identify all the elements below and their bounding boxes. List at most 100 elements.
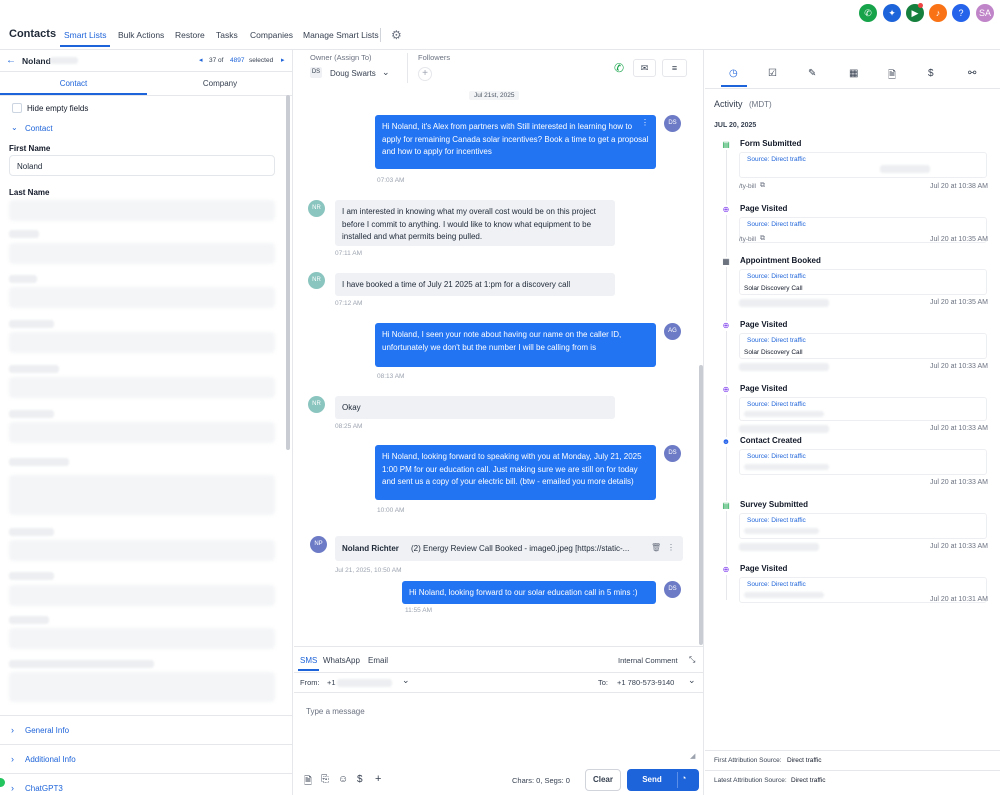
tab-manage-smart-lists[interactable]: Manage Smart Lists	[303, 30, 379, 40]
tab-whatsapp[interactable]: WhatsApp	[323, 656, 360, 665]
tab-contact[interactable]: Contact	[0, 72, 147, 95]
help-icon[interactable]: ?	[952, 4, 970, 22]
message-input[interactable]: Type a message	[306, 707, 365, 716]
pencil-icon[interactable]: ✎	[808, 68, 816, 79]
attachment-icon[interactable]: ⎘	[321, 774, 329, 785]
internal-comment-tab[interactable]: Internal Comment	[618, 656, 678, 665]
message-time: 07:12 AM	[335, 300, 363, 307]
activity-date: Jul 20 at 10:33 AM	[930, 543, 988, 550]
plus-icon[interactable]: +	[375, 773, 381, 785]
more-icon[interactable]: ⋮	[667, 543, 675, 552]
section-contact[interactable]: Contact	[25, 124, 53, 133]
to-value[interactable]: +1 780-573-9140	[617, 678, 674, 687]
call-icon[interactable]: ✆	[614, 61, 624, 75]
link-icon: ⊕	[721, 205, 731, 215]
resize-handle-icon[interactable]: ◢	[690, 752, 695, 760]
external-link-icon[interactable]: ⧉	[760, 182, 765, 190]
activity-date: Jul 20 at 10:31 AM	[930, 596, 988, 603]
from-label: From:	[300, 678, 320, 687]
activity-link[interactable]: /ty-bill	[739, 183, 756, 190]
tab-company[interactable]: Company	[147, 72, 292, 95]
divider	[705, 770, 1000, 771]
message-time: 11:55 AM	[405, 607, 432, 614]
contact-details-panel: ← Noland ◂ 37 of 4897 selected ▸ Contact…	[0, 50, 293, 795]
first-name-field[interactable]: Noland	[9, 155, 275, 176]
dollar-icon[interactable]: $	[357, 774, 363, 785]
activity-detail: Source: Direct traffic	[739, 152, 987, 178]
document-icon[interactable]: 🗎	[888, 68, 896, 85]
prev-contact-icon[interactable]: ◂	[199, 56, 203, 64]
chevron-down-icon[interactable]: ⌄	[382, 67, 390, 78]
message-outgoing: Hi Noland, looking forward to our solar …	[402, 581, 656, 604]
owner-name[interactable]: Doug Swarts	[330, 69, 376, 78]
message-outgoing: Hi Noland, looking forward to speaking w…	[375, 445, 656, 500]
activity-link[interactable]: /ty-bill	[739, 236, 756, 243]
more-icon[interactable]: ⋮	[641, 118, 649, 127]
chevron-down-icon[interactable]: ⌄	[11, 123, 18, 132]
redacted-field	[9, 475, 275, 515]
message-text: Okay	[342, 403, 361, 412]
redacted-field	[9, 243, 275, 264]
emoji-icon[interactable]: ☺	[338, 774, 348, 785]
scrollbar[interactable]	[699, 365, 703, 645]
tab-tasks[interactable]: Tasks	[216, 30, 238, 40]
filter-icon[interactable]: ≡	[662, 59, 687, 77]
document-icon[interactable]: 🗎	[304, 774, 312, 791]
email-icon[interactable]: ✉	[633, 59, 656, 77]
section-additional-info[interactable]: Additional Info	[25, 755, 76, 764]
tab-smart-lists[interactable]: Smart Lists	[64, 30, 107, 40]
workflow-icon[interactable]: ⚯	[968, 68, 976, 79]
section-chatgpt3[interactable]: ChatGPT3	[25, 784, 63, 793]
chevron-right-icon[interactable]: ›	[11, 725, 14, 735]
redacted-field	[9, 287, 275, 308]
dollar-circle-icon[interactable]: $	[928, 68, 934, 79]
activity-source: Source: Direct traffic	[747, 517, 806, 524]
redacted	[739, 299, 829, 307]
contact-name: Noland	[22, 56, 51, 66]
add-follower-button[interactable]: +	[418, 67, 432, 81]
activity-detail-text: Solar Discovery Call	[744, 285, 803, 292]
message-text: Hi Noland, looking forward to our solar …	[409, 588, 638, 597]
chevron-down-icon[interactable]: ⌄	[688, 675, 696, 686]
redacted-field	[9, 585, 275, 606]
date-pill: Jul 21st, 2025	[469, 91, 520, 100]
tab-restore[interactable]: Restore	[175, 30, 205, 40]
from-value[interactable]: +1	[327, 678, 336, 687]
redacted	[9, 528, 54, 536]
trash-icon[interactable]: 🗑	[651, 543, 661, 552]
tab-email[interactable]: Email	[368, 656, 388, 665]
phone-icon[interactable]: ✆	[859, 4, 877, 22]
tab-bulk-actions[interactable]: Bulk Actions	[118, 30, 164, 40]
send-button[interactable]: Send	[627, 769, 677, 791]
message-text: Hi Noland, looking forward to speaking w…	[382, 452, 642, 486]
total-count[interactable]: 4897	[230, 57, 244, 64]
tab-companies[interactable]: Companies	[250, 30, 293, 40]
chevron-down-icon[interactable]: ⌄	[402, 675, 410, 686]
clock-icon[interactable]: ◷	[729, 68, 738, 79]
redacted	[744, 528, 819, 534]
chevron-right-icon[interactable]: ›	[11, 754, 14, 764]
collapse-icon[interactable]: ⤡	[689, 655, 695, 665]
section-general-info[interactable]: General Info	[25, 726, 69, 735]
calendar-icon[interactable]: ▦	[849, 68, 858, 79]
hide-empty-checkbox[interactable]	[12, 103, 22, 113]
avatar: NR	[308, 200, 325, 217]
activity-date: Jul 20 at 10:33 AM	[930, 425, 988, 432]
message-outgoing: Hi Noland, it's Alex from partners with …	[375, 115, 656, 169]
next-contact-icon[interactable]: ▸	[281, 56, 285, 64]
schedule-icon[interactable]: ◔	[681, 773, 686, 783]
chevron-right-icon[interactable]: ›	[11, 783, 14, 793]
scrollbar[interactable]	[286, 95, 290, 450]
avatar[interactable]: SA	[976, 4, 994, 22]
tab-sms[interactable]: SMS	[300, 656, 317, 665]
checkbox-icon[interactable]: ☑	[768, 68, 777, 79]
integrations-icon[interactable]: ✦	[883, 4, 901, 22]
external-link-icon[interactable]: ⧉	[760, 235, 765, 243]
last-name-label: Last Name	[9, 188, 50, 197]
form-icon: ▤	[721, 140, 731, 150]
link-icon: ⊕	[721, 385, 731, 395]
back-arrow-icon[interactable]: ←	[6, 55, 16, 66]
clear-button[interactable]: Clear	[585, 769, 621, 791]
bell-icon[interactable]: ♪	[929, 4, 947, 22]
gear-icon[interactable]: ⚙	[391, 28, 402, 42]
